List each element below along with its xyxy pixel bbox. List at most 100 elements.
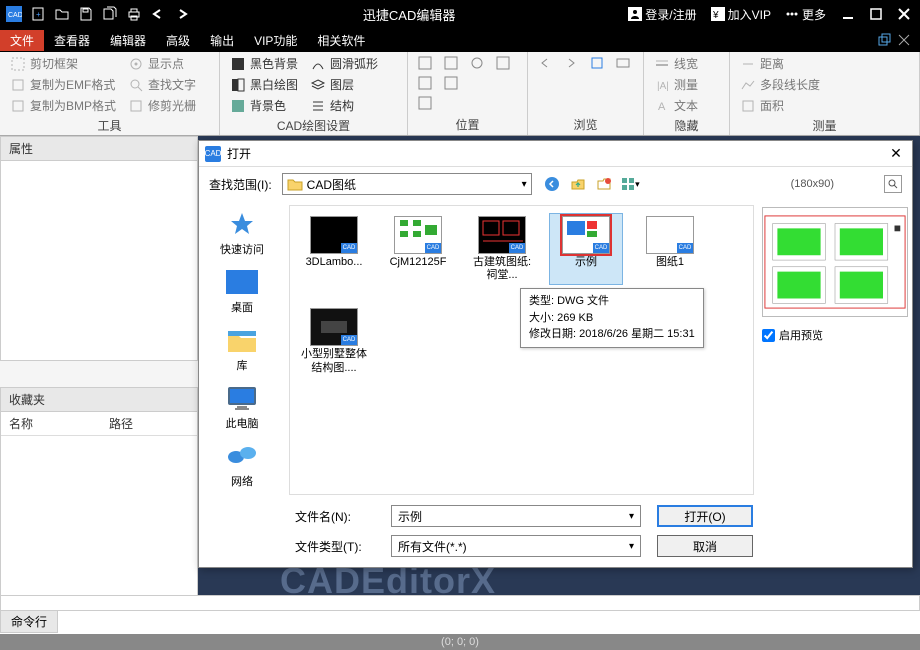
ribbon-trim-raster[interactable]: 修剪光栅 <box>126 96 198 115</box>
enable-preview-checkbox[interactable]: 启用预览 <box>762 327 908 343</box>
tab-editor[interactable]: 编辑器 <box>100 30 156 51</box>
place-this-pc[interactable]: 此电脑 <box>207 383 277 431</box>
file-item[interactable]: CAD古建筑图纸: 祠堂... <box>466 214 538 284</box>
ribbon-show-point[interactable]: 显示点 <box>126 54 198 73</box>
print-icon[interactable] <box>122 2 146 26</box>
newfolder-icon[interactable] <box>594 174 614 194</box>
ribbon-structure[interactable]: 结构 <box>308 96 380 115</box>
ribbon-bg-color[interactable]: 背景色 <box>228 96 300 115</box>
place-desktop[interactable]: 桌面 <box>207 267 277 315</box>
preview-zoom-button[interactable] <box>884 175 902 193</box>
ribbon-pos-6[interactable] <box>468 54 486 72</box>
ribbon-polyline-length[interactable]: 多段线长度 <box>738 75 822 94</box>
ribbon-linewidth[interactable]: 线宽 <box>652 54 700 73</box>
file-list[interactable]: CAD3DLambo... CADCjM12125F CAD古建筑图纸: 祠堂.… <box>289 205 754 495</box>
chevron-down-icon: ▾ <box>522 179 527 190</box>
dialog-bottom: 文件名(N): 示例▾ 打开(O) 文件类型(T): 所有文件(*.*)▾ 取消 <box>199 499 912 567</box>
ribbon-group-tools: 工具 <box>8 115 211 136</box>
cancel-button[interactable]: 取消 <box>657 535 753 557</box>
ribbon-pos-7[interactable] <box>494 54 512 72</box>
up-icon[interactable] <box>568 174 588 194</box>
tab-file[interactable]: 文件 <box>0 30 44 51</box>
tab-output[interactable]: 输出 <box>200 30 244 51</box>
ribbon-nav-3[interactable] <box>588 54 606 72</box>
filetype-select[interactable]: 所有文件(*.*)▾ <box>391 535 641 557</box>
svg-text:CAD: CAD <box>8 12 22 19</box>
ribbon-distance[interactable]: 距离 <box>738 54 822 73</box>
ribbon-group-cad-settings: CAD绘图设置 <box>228 115 399 136</box>
open-button[interactable]: 打开(O) <box>657 505 753 527</box>
status-bar: (0; 0; 0) <box>0 634 920 650</box>
ribbon-black-bg[interactable]: 黑色背景 <box>228 54 300 73</box>
place-quick-access[interactable]: 快速访问 <box>207 209 277 257</box>
ribbon-pos-1[interactable] <box>416 54 434 72</box>
dialog-toolbar: 查找范围(I): CAD图纸 ▾ ▾ (180x90) <box>199 167 912 201</box>
place-network[interactable]: 网络 <box>207 441 277 489</box>
command-line-label[interactable]: 命令行 <box>0 610 58 633</box>
file-item[interactable]: CAD3DLambo... <box>298 214 370 284</box>
properties-body <box>0 161 198 361</box>
minimize-button[interactable] <box>836 2 860 26</box>
ribbon-layer[interactable]: 图层 <box>308 75 380 94</box>
redo-icon[interactable] <box>170 2 194 26</box>
open-dialog: CAD 打开 ✕ 查找范围(I): CAD图纸 ▾ ▾ (180x90) 快速访… <box>198 140 913 568</box>
undo-icon[interactable] <box>146 2 170 26</box>
svg-text:|A|: |A| <box>657 81 669 92</box>
file-item[interactable]: CADCjM12125F <box>382 214 454 284</box>
location-select[interactable]: CAD图纸 ▾ <box>282 173 532 195</box>
filename-input[interactable]: 示例▾ <box>391 505 641 527</box>
close-button[interactable] <box>892 2 916 26</box>
ribbon-pos-2[interactable] <box>416 74 434 92</box>
login-button[interactable]: 登录/注册 <box>624 2 700 26</box>
tab-viewer[interactable]: 查看器 <box>44 30 100 51</box>
titlebar: CAD + 迅捷CAD编辑器 登录/注册 ¥加入VIP 更多 <box>0 0 920 28</box>
left-panels: 属性 收藏夹 名称 路径 <box>0 136 198 608</box>
viewmode-icon[interactable]: ▾ <box>620 174 640 194</box>
ribbon-pos-3[interactable] <box>416 94 434 112</box>
ribbon-copy-bmp[interactable]: 复制为BMP格式 <box>8 96 118 115</box>
ribbon-group-hide: 隐藏 <box>652 115 721 136</box>
more-button[interactable]: 更多 <box>781 2 830 26</box>
file-item[interactable]: CAD小型别墅整体结构图.... <box>298 306 370 376</box>
tab-advanced[interactable]: 高级 <box>156 30 200 51</box>
ribbon-group-browse: 浏览 <box>536 114 635 135</box>
ribbon-nav-4[interactable] <box>614 54 632 72</box>
preview-panel: 启用预览 <box>758 201 912 499</box>
ribbon-measure[interactable]: |A|测量 <box>652 75 700 94</box>
doc-close-icon[interactable] <box>896 32 912 48</box>
tab-related[interactable]: 相关软件 <box>307 30 375 51</box>
dialog-title: 打开 <box>227 145 886 162</box>
new-icon[interactable]: + <box>26 2 50 26</box>
quick-access-toolbar: CAD + <box>0 2 194 26</box>
ribbon-find-text[interactable]: 查找文字 <box>126 75 198 94</box>
open-icon[interactable] <box>50 2 74 26</box>
fav-col-name[interactable]: 名称 <box>9 415 109 432</box>
tab-vip[interactable]: VIP功能 <box>244 30 307 51</box>
app-icon[interactable]: CAD <box>2 2 26 26</box>
preview-image <box>762 207 908 317</box>
ribbon-text[interactable]: A文本 <box>652 96 700 115</box>
ribbon-cut-frame[interactable]: 剪切框架 <box>8 54 118 73</box>
ribbon-nav-2[interactable] <box>562 54 580 72</box>
doc-restore-icon[interactable] <box>876 32 892 48</box>
maximize-button[interactable] <box>864 2 888 26</box>
ribbon-smooth-arc[interactable]: 圆滑弧形 <box>308 54 380 73</box>
save-icon[interactable] <box>74 2 98 26</box>
ribbon-bw-draw[interactable]: 黑白绘图 <box>228 75 300 94</box>
ribbon-nav-1[interactable] <box>536 54 554 72</box>
menubar: 文件 查看器 编辑器 高级 输出 VIP功能 相关软件 <box>0 28 920 52</box>
fav-col-path[interactable]: 路径 <box>109 415 133 432</box>
place-library[interactable]: 库 <box>207 325 277 373</box>
dialog-close-button[interactable]: ✕ <box>886 144 906 164</box>
back-icon[interactable] <box>542 174 562 194</box>
favorites-header[interactable]: 收藏夹 <box>0 387 198 412</box>
saveall-icon[interactable] <box>98 2 122 26</box>
properties-header[interactable]: 属性 <box>0 136 198 161</box>
ribbon-pos-4[interactable] <box>442 54 460 72</box>
vip-button[interactable]: ¥加入VIP <box>707 2 775 26</box>
file-item[interactable]: CAD图纸1 <box>634 214 706 284</box>
ribbon-area[interactable]: 面积 <box>738 96 822 115</box>
ribbon-pos-5[interactable] <box>442 74 460 92</box>
ribbon-copy-emf[interactable]: 复制为EMF格式 <box>8 75 118 94</box>
file-item-selected[interactable]: CAD示例 <box>550 214 622 284</box>
